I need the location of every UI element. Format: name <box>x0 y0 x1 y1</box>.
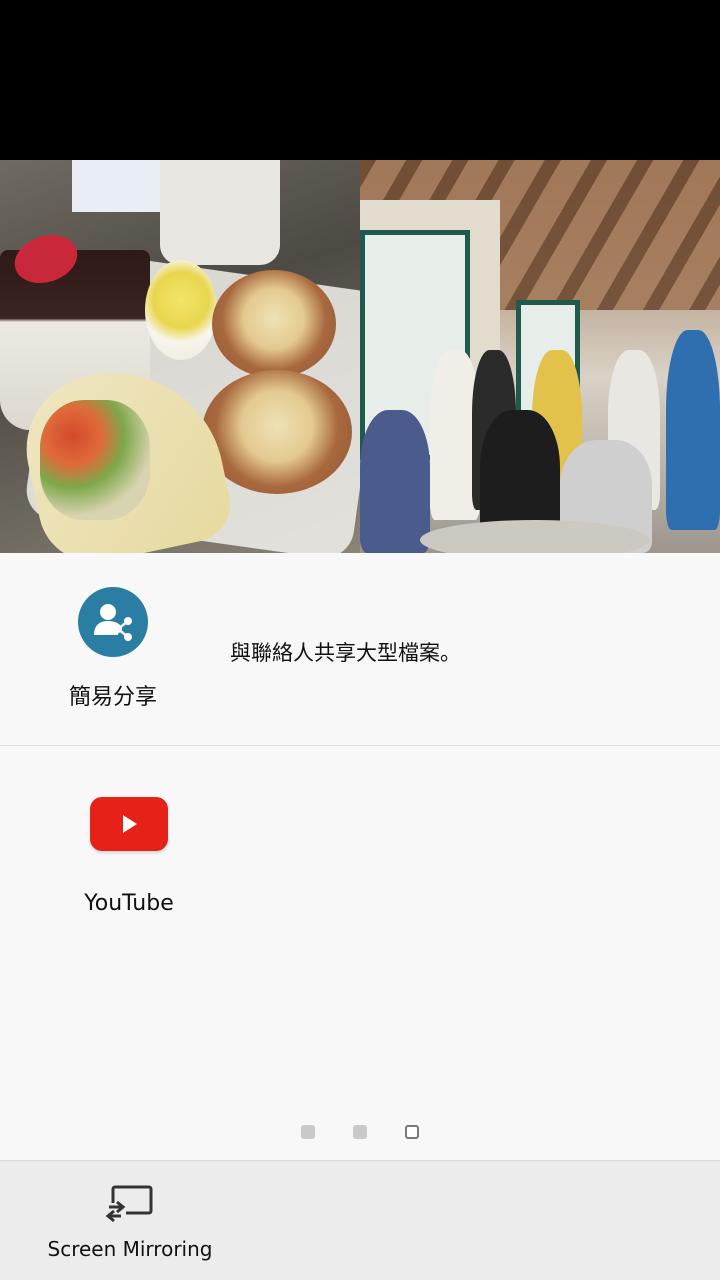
screen-mirroring-icon <box>105 1185 153 1223</box>
photo-detail <box>666 330 720 530</box>
photo-detail <box>212 270 336 378</box>
share-sheet: 簡易分享 與聯絡人共享大型檔案。 YouTube <box>0 553 720 1160</box>
food-photo <box>0 160 360 553</box>
screen-mirroring-button[interactable]: Screen Mirroring <box>40 1183 220 1261</box>
photo-detail <box>145 260 217 360</box>
youtube-share-button[interactable]: YouTube <box>54 797 204 916</box>
bottom-bar: Screen Mirroring <box>0 1160 720 1280</box>
page-indicator <box>0 1125 720 1139</box>
share-person-icon <box>94 604 132 641</box>
page-dot-active[interactable] <box>405 1125 419 1139</box>
page-dot[interactable] <box>353 1125 367 1139</box>
shared-images-preview <box>0 160 720 553</box>
photo-detail <box>40 400 150 520</box>
youtube-label: YouTube <box>84 891 174 916</box>
easy-share-label: 簡易分享 <box>68 685 157 710</box>
photo-detail <box>360 410 430 553</box>
easy-share-button[interactable]: 簡易分享 <box>38 587 188 711</box>
easy-share-description: 與聯絡人共享大型檔案。 <box>230 641 461 665</box>
photo-detail <box>420 520 650 553</box>
event-photo <box>360 160 720 553</box>
photo-detail <box>160 160 280 265</box>
easy-share-icon <box>78 587 148 657</box>
easy-share-row[interactable]: 簡易分享 與聯絡人共享大型檔案。 <box>0 553 720 746</box>
youtube-icon <box>90 797 168 851</box>
play-icon <box>123 815 137 833</box>
screen-mirroring-label: Screen Mirroring <box>47 1237 213 1261</box>
status-area <box>0 0 720 160</box>
page-dot[interactable] <box>301 1125 315 1139</box>
photo-detail <box>72 160 162 212</box>
